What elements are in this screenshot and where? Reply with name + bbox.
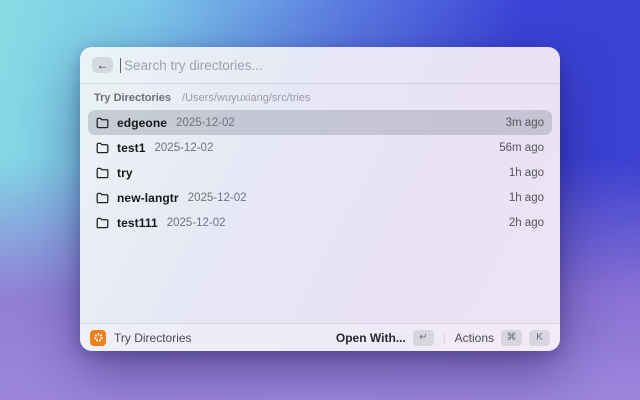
app-icon — [90, 329, 106, 346]
directory-name: test111 — [117, 215, 158, 230]
folder-icon — [96, 217, 109, 229]
directory-date: 2025-12-02 — [187, 191, 247, 204]
k-key-badge[interactable]: K — [529, 329, 550, 346]
directory-name: try — [117, 165, 133, 180]
enter-key-badge[interactable]: ↵ — [412, 329, 434, 346]
directory-modified-time: 1h ago — [508, 191, 544, 204]
list-item[interactable]: edgeone 2025-12-02 3m ago — [88, 110, 552, 135]
directory-modified-time: 3m ago — [505, 116, 544, 129]
directory-name: edgeone — [117, 115, 168, 130]
footer-bar: Try Directories Open With... ↵ | Actions… — [80, 323, 560, 351]
directory-list: edgeone 2025-12-02 3m ago test1 2025-12-… — [80, 108, 560, 323]
list-item[interactable]: test1 2025-12-02 56m ago — [88, 135, 552, 160]
gear-icon — [93, 333, 103, 342]
list-item[interactable]: test111 2025-12-02 2h ago — [88, 210, 552, 235]
directory-modified-time: 1h ago — [508, 166, 544, 179]
footer-divider: | — [442, 331, 446, 344]
section-path: /Users/wuyuxiang/src/tries — [182, 92, 311, 104]
search-bar: ← — [80, 47, 560, 84]
directory-date: 2025-12-02 — [166, 216, 226, 229]
folder-icon — [96, 192, 109, 204]
folder-icon — [96, 167, 109, 179]
directory-date: 2025-12-02 — [176, 116, 235, 129]
folder-icon — [96, 142, 109, 154]
search-input[interactable] — [124, 57, 548, 73]
directory-name: test1 — [117, 140, 146, 155]
actions-button[interactable]: Actions — [455, 331, 494, 345]
list-item[interactable]: try 1h ago — [88, 160, 552, 185]
back-button[interactable]: ← — [92, 57, 113, 73]
directory-modified-time: 2h ago — [508, 216, 544, 229]
list-item[interactable]: new-langtr 2025-12-02 1h ago — [88, 185, 552, 210]
launcher-window: ← Try Directories /Users/wuyuxiang/src/t… — [80, 47, 560, 351]
directory-date: 2025-12-02 — [154, 141, 214, 154]
footer-actions: Open With... ↵ | Actions ⌘ K — [336, 329, 550, 346]
section-header: Try Directories /Users/wuyuxiang/src/tri… — [80, 84, 560, 108]
footer-app-name: Try Directories — [114, 330, 192, 345]
directory-modified-time: 56m ago — [499, 141, 544, 154]
directory-name: new-langtr — [117, 190, 179, 205]
section-title: Try Directories — [94, 92, 172, 104]
text-cursor — [120, 57, 121, 73]
cmd-key-badge[interactable]: ⌘ — [501, 329, 522, 346]
back-arrow-icon: ← — [96, 58, 109, 72]
folder-icon — [96, 117, 109, 129]
open-with-button[interactable]: Open With... — [336, 331, 406, 345]
